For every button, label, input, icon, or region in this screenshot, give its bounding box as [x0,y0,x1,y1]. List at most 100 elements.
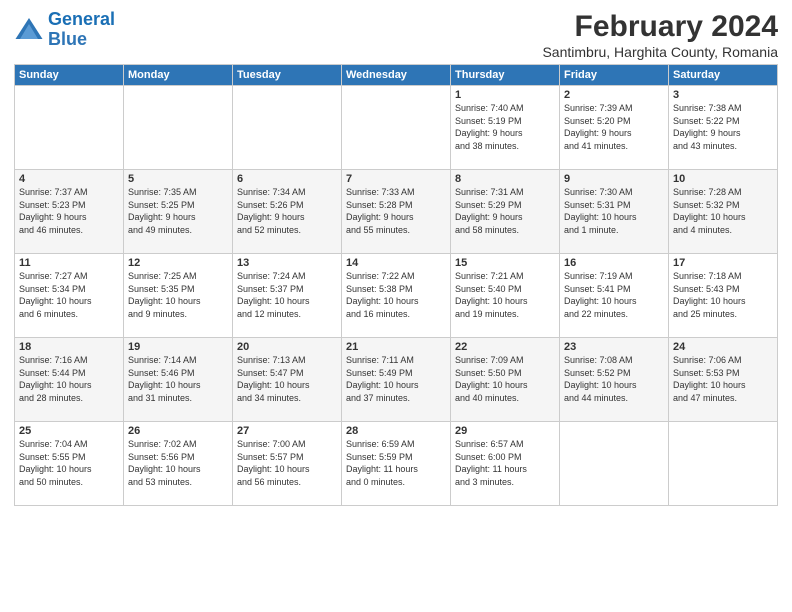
header-sunday: Sunday [15,65,124,86]
day-number: 18 [19,341,119,353]
calendar-cell: 3Sunrise: 7:38 AMSunset: 5:22 PMDaylight… [669,86,778,170]
calendar-cell: 20Sunrise: 7:13 AMSunset: 5:47 PMDayligh… [233,338,342,422]
day-info: Sunrise: 7:34 AMSunset: 5:26 PMDaylight:… [237,186,337,236]
day-number: 11 [19,257,119,269]
day-number: 22 [455,341,555,353]
calendar-cell: 6Sunrise: 7:34 AMSunset: 5:26 PMDaylight… [233,170,342,254]
calendar-cell: 2Sunrise: 7:39 AMSunset: 5:20 PMDaylight… [560,86,669,170]
header-wednesday: Wednesday [342,65,451,86]
day-number: 25 [19,425,119,437]
calendar-cell: 15Sunrise: 7:21 AMSunset: 5:40 PMDayligh… [451,254,560,338]
calendar-cell: 1Sunrise: 7:40 AMSunset: 5:19 PMDaylight… [451,86,560,170]
day-number: 2 [564,89,664,101]
day-info: Sunrise: 7:13 AMSunset: 5:47 PMDaylight:… [237,354,337,404]
day-number: 13 [237,257,337,269]
header-thursday: Thursday [451,65,560,86]
day-info: Sunrise: 7:04 AMSunset: 5:55 PMDaylight:… [19,438,119,488]
week-row-5: 25Sunrise: 7:04 AMSunset: 5:55 PMDayligh… [15,422,778,506]
calendar-cell [233,86,342,170]
calendar-cell: 21Sunrise: 7:11 AMSunset: 5:49 PMDayligh… [342,338,451,422]
week-row-1: 1Sunrise: 7:40 AMSunset: 5:19 PMDaylight… [15,86,778,170]
day-number: 1 [455,89,555,101]
day-info: Sunrise: 7:33 AMSunset: 5:28 PMDaylight:… [346,186,446,236]
day-info: Sunrise: 7:08 AMSunset: 5:52 PMDaylight:… [564,354,664,404]
day-info: Sunrise: 7:25 AMSunset: 5:35 PMDaylight:… [128,270,228,320]
header-friday: Friday [560,65,669,86]
calendar-cell: 14Sunrise: 7:22 AMSunset: 5:38 PMDayligh… [342,254,451,338]
day-info: Sunrise: 7:19 AMSunset: 5:41 PMDaylight:… [564,270,664,320]
day-info: Sunrise: 7:06 AMSunset: 5:53 PMDaylight:… [673,354,773,404]
day-number: 15 [455,257,555,269]
day-info: Sunrise: 7:24 AMSunset: 5:37 PMDaylight:… [237,270,337,320]
calendar-cell: 25Sunrise: 7:04 AMSunset: 5:55 PMDayligh… [15,422,124,506]
main-container: General Blue February 2024 Santimbru, Ha… [0,0,792,512]
day-number: 17 [673,257,773,269]
calendar-cell: 11Sunrise: 7:27 AMSunset: 5:34 PMDayligh… [15,254,124,338]
day-number: 23 [564,341,664,353]
day-info: Sunrise: 7:22 AMSunset: 5:38 PMDaylight:… [346,270,446,320]
day-number: 26 [128,425,228,437]
day-number: 28 [346,425,446,437]
day-number: 16 [564,257,664,269]
calendar-cell [669,422,778,506]
day-info: Sunrise: 7:31 AMSunset: 5:29 PMDaylight:… [455,186,555,236]
day-number: 21 [346,341,446,353]
day-number: 6 [237,173,337,185]
calendar-cell [342,86,451,170]
calendar-cell: 27Sunrise: 7:00 AMSunset: 5:57 PMDayligh… [233,422,342,506]
calendar-cell: 4Sunrise: 7:37 AMSunset: 5:23 PMDaylight… [15,170,124,254]
day-number: 3 [673,89,773,101]
day-info: Sunrise: 7:30 AMSunset: 5:31 PMDaylight:… [564,186,664,236]
logo: General Blue [14,10,115,50]
calendar-cell: 26Sunrise: 7:02 AMSunset: 5:56 PMDayligh… [124,422,233,506]
calendar-cell [15,86,124,170]
day-info: Sunrise: 6:59 AMSunset: 5:59 PMDaylight:… [346,438,446,488]
day-number: 27 [237,425,337,437]
day-info: Sunrise: 7:09 AMSunset: 5:50 PMDaylight:… [455,354,555,404]
day-number: 9 [564,173,664,185]
day-number: 24 [673,341,773,353]
calendar-title: February 2024 [542,10,778,44]
calendar-cell: 13Sunrise: 7:24 AMSunset: 5:37 PMDayligh… [233,254,342,338]
week-row-2: 4Sunrise: 7:37 AMSunset: 5:23 PMDaylight… [15,170,778,254]
day-info: Sunrise: 7:18 AMSunset: 5:43 PMDaylight:… [673,270,773,320]
header-monday: Monday [124,65,233,86]
day-number: 14 [346,257,446,269]
day-info: Sunrise: 7:38 AMSunset: 5:22 PMDaylight:… [673,102,773,152]
week-row-3: 11Sunrise: 7:27 AMSunset: 5:34 PMDayligh… [15,254,778,338]
day-number: 8 [455,173,555,185]
day-number: 29 [455,425,555,437]
calendar-cell: 23Sunrise: 7:08 AMSunset: 5:52 PMDayligh… [560,338,669,422]
calendar-cell [560,422,669,506]
day-number: 10 [673,173,773,185]
calendar-cell: 24Sunrise: 7:06 AMSunset: 5:53 PMDayligh… [669,338,778,422]
calendar-cell [124,86,233,170]
day-info: Sunrise: 7:14 AMSunset: 5:46 PMDaylight:… [128,354,228,404]
day-info: Sunrise: 7:27 AMSunset: 5:34 PMDaylight:… [19,270,119,320]
header-saturday: Saturday [669,65,778,86]
calendar-cell: 17Sunrise: 7:18 AMSunset: 5:43 PMDayligh… [669,254,778,338]
calendar-cell: 16Sunrise: 7:19 AMSunset: 5:41 PMDayligh… [560,254,669,338]
day-info: Sunrise: 7:16 AMSunset: 5:44 PMDaylight:… [19,354,119,404]
day-info: Sunrise: 7:40 AMSunset: 5:19 PMDaylight:… [455,102,555,152]
calendar-cell: 9Sunrise: 7:30 AMSunset: 5:31 PMDaylight… [560,170,669,254]
day-number: 5 [128,173,228,185]
week-row-4: 18Sunrise: 7:16 AMSunset: 5:44 PMDayligh… [15,338,778,422]
day-info: Sunrise: 7:39 AMSunset: 5:20 PMDaylight:… [564,102,664,152]
day-info: Sunrise: 7:11 AMSunset: 5:49 PMDaylight:… [346,354,446,404]
day-info: Sunrise: 7:35 AMSunset: 5:25 PMDaylight:… [128,186,228,236]
title-block: February 2024 Santimbru, Harghita County… [542,10,778,60]
calendar-cell: 19Sunrise: 7:14 AMSunset: 5:46 PMDayligh… [124,338,233,422]
day-number: 12 [128,257,228,269]
calendar-cell: 18Sunrise: 7:16 AMSunset: 5:44 PMDayligh… [15,338,124,422]
day-info: Sunrise: 7:00 AMSunset: 5:57 PMDaylight:… [237,438,337,488]
day-info: Sunrise: 7:28 AMSunset: 5:32 PMDaylight:… [673,186,773,236]
header-tuesday: Tuesday [233,65,342,86]
calendar-cell: 5Sunrise: 7:35 AMSunset: 5:25 PMDaylight… [124,170,233,254]
day-info: Sunrise: 7:21 AMSunset: 5:40 PMDaylight:… [455,270,555,320]
calendar-cell: 28Sunrise: 6:59 AMSunset: 5:59 PMDayligh… [342,422,451,506]
day-number: 4 [19,173,119,185]
calendar-table: Sunday Monday Tuesday Wednesday Thursday… [14,64,778,506]
calendar-cell: 29Sunrise: 6:57 AMSunset: 6:00 PMDayligh… [451,422,560,506]
day-info: Sunrise: 7:37 AMSunset: 5:23 PMDaylight:… [19,186,119,236]
